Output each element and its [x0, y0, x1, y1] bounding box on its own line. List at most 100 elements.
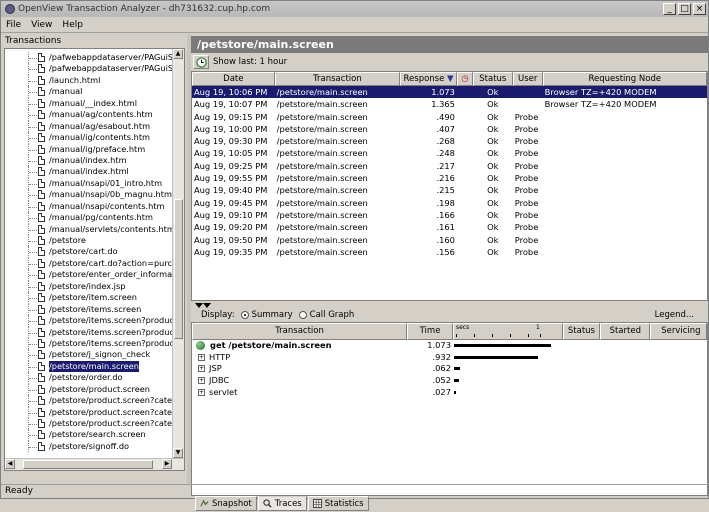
col-status[interactable]: Status	[472, 72, 513, 86]
summary-radio[interactable]	[240, 311, 249, 319]
cell-transaction: /petstore/main.screen	[276, 99, 368, 110]
time-range-button[interactable]	[193, 55, 209, 69]
tree-item[interactable]: /petstore/items.screen	[5, 303, 173, 316]
tree-item[interactable]: /manual/nsapi/01_intro.htm	[5, 177, 173, 190]
tree-item[interactable]: /petstore/items.screen?product	[5, 326, 173, 338]
tree-item[interactable]: /petstore/items.screen?product	[5, 337, 173, 350]
cell-threshold	[457, 172, 473, 184]
legend-button[interactable]: Legend...	[655, 310, 694, 320]
tree-item[interactable]: /petstore/product.screen?catego	[5, 395, 173, 407]
col-response[interactable]: Response ▼	[400, 72, 457, 86]
close-button[interactable]: ×	[693, 3, 706, 15]
tree-item[interactable]: /petstore/cart.do	[5, 246, 173, 258]
maximize-button[interactable]: □	[678, 3, 691, 15]
tree-item[interactable]: /petstore/index.jsp	[5, 280, 173, 293]
tab-statistics[interactable]: Statistics	[307, 496, 369, 511]
menu-file[interactable]: File	[1, 20, 26, 30]
tree-item[interactable]: /manual/index.html	[5, 166, 173, 178]
col-started[interactable]: Started	[600, 323, 651, 340]
component-row[interactable]: + JDBC .052	[192, 375, 707, 387]
tree-item[interactable]: /petstore/product.screen	[5, 383, 173, 396]
component-row[interactable]: + JSP .062	[192, 363, 707, 375]
table-row[interactable]: Aug 19, 09:20 PM/petstore/main.screen .16…	[192, 221, 707, 233]
component-row[interactable]: get /petstore/main.screen 1.073	[192, 340, 707, 352]
col-servicing[interactable]: Servicing	[650, 323, 707, 340]
tree-item[interactable]: /petstore/main.screen	[5, 360, 173, 373]
expand-icon[interactable]: +	[198, 353, 205, 361]
call-graph-label[interactable]: Call Graph	[310, 310, 355, 320]
minimize-button[interactable]: _	[663, 3, 676, 15]
tree-item[interactable]: /manual/nsapi/contents.htm	[5, 200, 173, 213]
col-component-transaction[interactable]: Transaction	[192, 323, 408, 340]
table-row[interactable]: Aug 19, 09:50 PM/petstore/main.screen .16…	[192, 234, 707, 246]
tree-item-label: /petstore/cart.do?action=purcha	[49, 257, 173, 268]
tree-scroll-thumb[interactable]	[174, 199, 183, 339]
tree-item[interactable]: /petstore/product.screen?catego	[5, 418, 173, 430]
call-graph-radio[interactable]	[298, 311, 307, 319]
tree-horizontal-scrollbar[interactable]: ◀ ▶	[5, 458, 184, 470]
tree-item[interactable]: /petstore/search.screen	[5, 429, 173, 441]
tree-vertical-scrollbar[interactable]: ▲ ▼	[172, 49, 184, 458]
table-row[interactable]: Aug 19, 09:40 PM/petstore/main.screen .21…	[192, 184, 707, 196]
table-row[interactable]: Aug 19, 09:10 PM/petstore/main.screen .16…	[192, 209, 707, 221]
tree-item[interactable]: /manual/servlets/contents.htm	[5, 223, 173, 235]
tree-item[interactable]: /petstore	[5, 235, 173, 247]
menu-help[interactable]: Help	[57, 20, 88, 30]
col-time-scale[interactable]: secs 1	[452, 323, 563, 340]
tree-item[interactable]: /manual/ig/preface.htm	[5, 143, 173, 155]
table-row[interactable]: Aug 19, 10:07 PM/petstore/main.screen 1.3…	[192, 98, 707, 110]
table-row[interactable]: Aug 19, 10:05 PM/petstore/main.screen .24…	[192, 147, 707, 159]
tab-snapshot[interactable]: Snapshot	[195, 496, 257, 511]
col-transaction[interactable]: Transaction	[274, 72, 401, 86]
tree-item[interactable]: /manual/ag/esabout.htm	[5, 120, 173, 133]
component-row[interactable]: + HTTP .932	[192, 352, 707, 364]
col-component-status[interactable]: Status	[562, 323, 601, 340]
table-row[interactable]: Aug 19, 09:35 PM/petstore/main.screen .15…	[192, 246, 707, 258]
tree-branch-line	[29, 321, 37, 323]
tree-item[interactable]: /petstore/items.screen?product	[5, 315, 173, 327]
table-row[interactable]: Aug 19, 10:00 PM/petstore/main.screen .40…	[192, 123, 707, 135]
tree-item[interactable]: /petstore/j_signon_check	[5, 349, 173, 361]
expand-icon[interactable]: +	[198, 377, 205, 385]
expand-icon[interactable]: +	[198, 365, 205, 373]
component-row[interactable]: + servlet .027	[192, 386, 707, 398]
scroll-up-arrow-icon[interactable]: ▲	[173, 49, 183, 59]
tree-item[interactable]: /petstore/enter_order_informati	[5, 269, 173, 281]
table-row[interactable]: Aug 19, 09:55 PM/petstore/main.screen .21…	[192, 172, 707, 184]
table-row[interactable]: Aug 19, 10:06 PM/petstore/main.screen 1.0…	[192, 86, 707, 99]
scroll-right-arrow-icon[interactable]: ▶	[162, 459, 172, 469]
tree-item[interactable]: /manual/ig/contents.htm	[5, 132, 173, 144]
col-requesting-node[interactable]: Requesting Node	[542, 72, 707, 86]
col-user[interactable]: User	[512, 72, 543, 86]
col-date[interactable]: Date	[192, 72, 275, 86]
cell-requesting-node	[543, 147, 707, 159]
tree-hscroll-thumb[interactable]	[23, 460, 153, 469]
tree-item[interactable]: /manual/ag/contents.htm	[5, 109, 173, 121]
cell-user: Probe	[514, 111, 539, 122]
table-row[interactable]: Aug 19, 09:30 PM/petstore/main.screen .26…	[192, 135, 707, 147]
tree-item[interactable]: /manual/__index.html	[5, 97, 173, 110]
scroll-left-arrow-icon[interactable]: ◀	[5, 459, 15, 469]
tree-item[interactable]: /manual/nsapi/0b_magnu.htm	[5, 189, 173, 201]
tab-traces[interactable]: Traces	[257, 496, 307, 511]
tree-item[interactable]: /petstore/item.screen	[5, 292, 173, 304]
table-row[interactable]: Aug 19, 09:45 PM/petstore/main.screen .19…	[192, 197, 707, 209]
tree-item[interactable]: /manual	[5, 86, 173, 98]
tree-item[interactable]: /manual/pg/contents.htm	[5, 212, 173, 224]
col-threshold[interactable]: ◷	[456, 72, 473, 86]
tree-item[interactable]: /petstore/cart.do?action=purcha	[5, 257, 173, 270]
summary-label[interactable]: Summary	[252, 310, 293, 320]
tree-item[interactable]: /pafwebappdataserver/PAGuiS	[5, 63, 173, 75]
expand-icon[interactable]: +	[198, 388, 205, 396]
table-row[interactable]: Aug 19, 09:15 PM/petstore/main.screen .49…	[192, 111, 707, 123]
tree-item[interactable]: /petstore/order.do	[5, 372, 173, 384]
scroll-down-arrow-icon[interactable]: ▼	[173, 448, 183, 458]
tree-item[interactable]: /launch.html	[5, 74, 173, 87]
table-row[interactable]: Aug 19, 09:25 PM/petstore/main.screen .21…	[192, 160, 707, 172]
tree-item[interactable]: /petstore/signoff.do	[5, 440, 173, 453]
col-time[interactable]: Time	[407, 323, 453, 340]
tree-item[interactable]: /manual/index.htm	[5, 154, 173, 167]
tree-item[interactable]: /petstore/product.screen?catego	[5, 406, 173, 418]
tree-item[interactable]: /pafwebappdataserver/PAGuiS	[5, 52, 173, 64]
menu-view[interactable]: View	[26, 20, 57, 30]
